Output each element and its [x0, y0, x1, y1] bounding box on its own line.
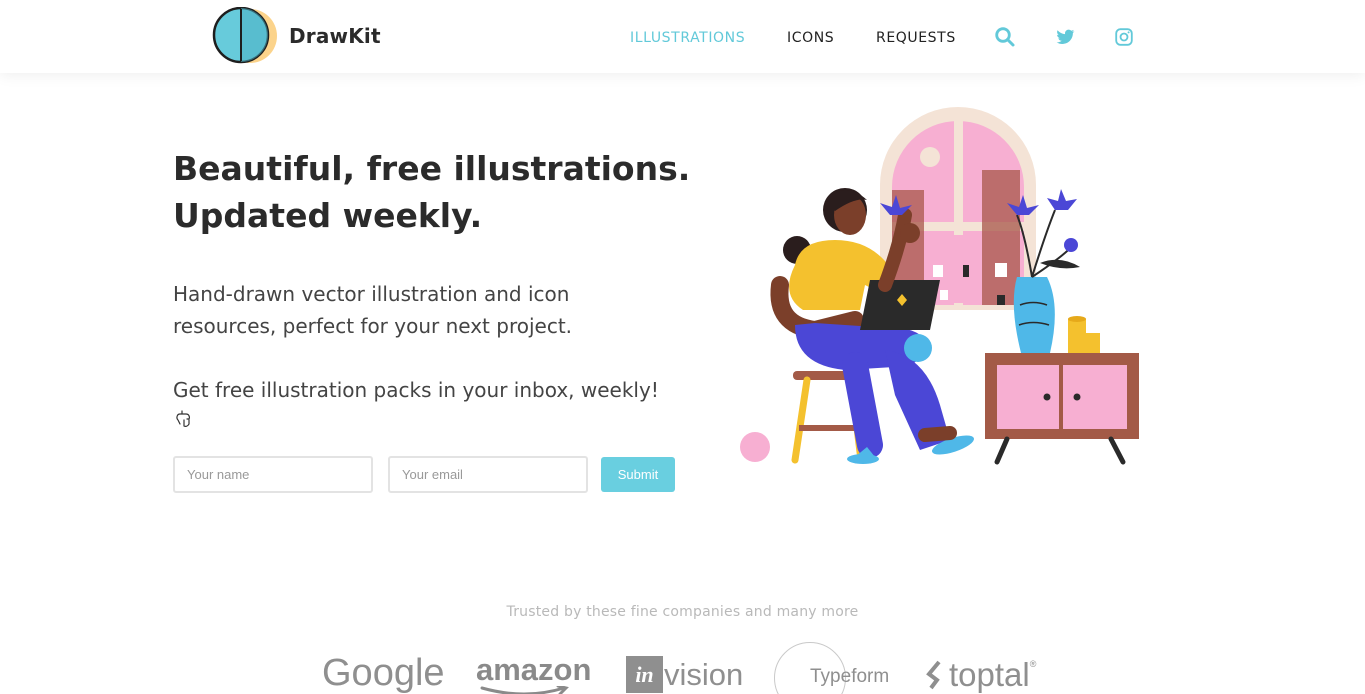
submit-button[interactable]: Submit	[601, 457, 675, 492]
amazon-smile-icon	[480, 686, 569, 694]
invision-logo: in vision	[626, 656, 743, 693]
hero-description: Hand-drawn vector illustration and icon …	[173, 282, 573, 338]
site-header: DrawKit ILLUSTRATIONS ICONS REQUESTS	[0, 0, 1365, 73]
nav-icons[interactable]: ICONS	[787, 30, 834, 46]
instagram-icon[interactable]	[1113, 26, 1135, 48]
hero-title-line2: Updated weekly.	[173, 196, 483, 235]
logo-text: DrawKit	[289, 24, 381, 48]
toptal-logo: toptal ®	[925, 656, 1036, 694]
twitter-icon[interactable]	[1054, 26, 1076, 48]
hero-title: Beautiful, free illustrations. Updated w…	[173, 145, 693, 239]
invision-word: vision	[664, 656, 744, 692]
nav-illustrations[interactable]: ILLUSTRATIONS	[630, 30, 745, 46]
toptal-registered-mark: ®	[1029, 659, 1037, 669]
drawkit-logo-icon	[212, 7, 277, 64]
typeform-logo: Typeform	[810, 666, 890, 687]
newsletter-cta: Get free illustration packs in your inbo…	[173, 378, 659, 402]
nav-requests[interactable]: REQUESTS	[876, 30, 956, 46]
name-input[interactable]	[173, 456, 373, 493]
invision-mark: in	[626, 656, 663, 693]
hero-illustration	[740, 107, 1139, 465]
pointing-hand-icon	[176, 410, 190, 427]
toptal-mark-icon	[926, 660, 941, 690]
search-icon[interactable]	[994, 26, 1016, 48]
hero-title-line1: Beautiful, free illustrations.	[173, 149, 691, 188]
google-logo: Google	[322, 652, 445, 694]
toptal-word: toptal	[949, 656, 1030, 693]
email-input[interactable]	[388, 456, 588, 493]
amazon-logo: amazon	[476, 652, 592, 687]
logo-link[interactable]: DrawKit	[212, 7, 381, 65]
trusted-by-text: Trusted by these fine companies and many…	[506, 604, 859, 620]
